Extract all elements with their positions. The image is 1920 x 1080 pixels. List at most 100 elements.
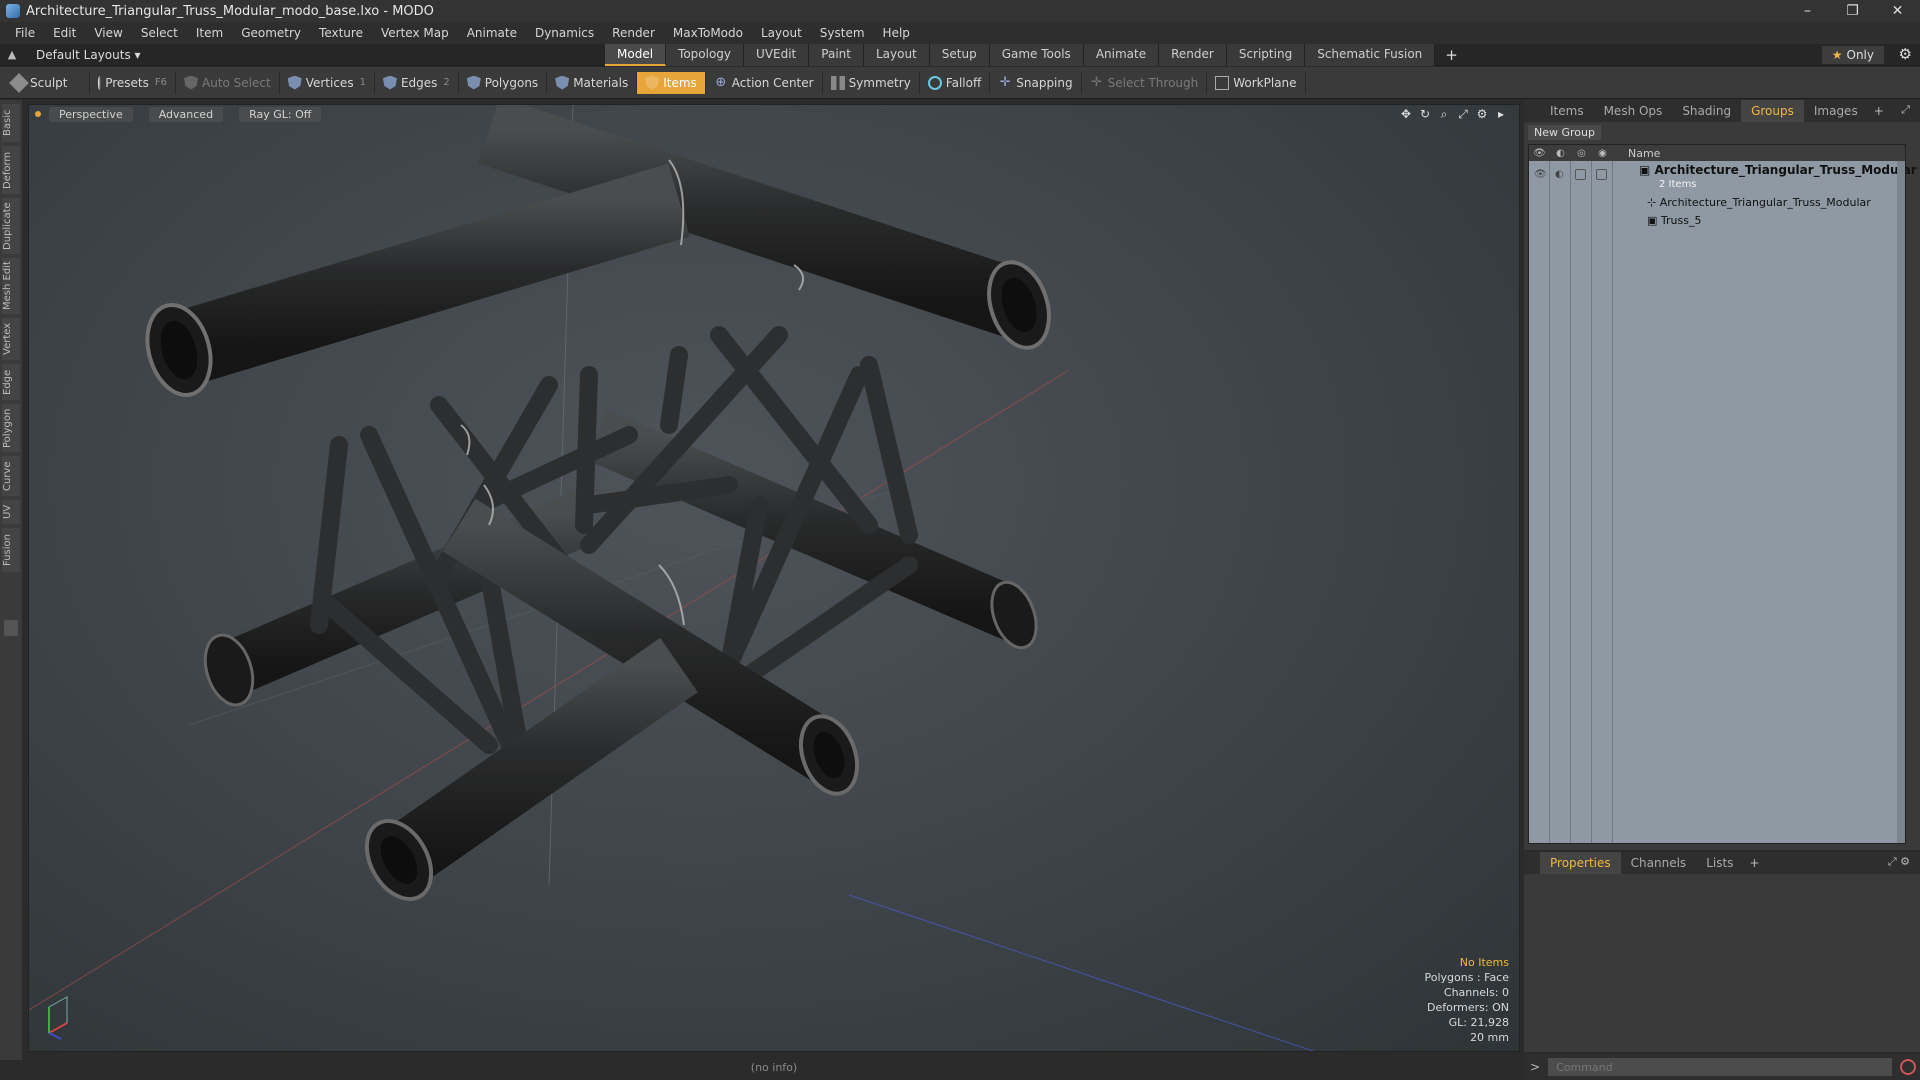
menu-maxtomodo[interactable]: MaxToModo [664,22,752,44]
vtab-duplicate[interactable]: Duplicate [2,198,20,254]
polygons-button[interactable]: Polygons [459,71,548,94]
viewport-menu-icon[interactable] [35,111,41,117]
menu-layout[interactable]: Layout [752,22,811,44]
command-input[interactable] [1548,1058,1893,1076]
only-button[interactable]: ★ Only [1821,46,1884,64]
tab-items[interactable]: Items [1540,100,1594,122]
collapse-icon[interactable]: ▲ [0,48,24,61]
vtab-polygon[interactable]: Polygon [2,404,20,452]
strip-toggle-icon[interactable] [4,620,18,636]
vtab-fusion[interactable]: Fusion [2,528,20,572]
vtab-curve[interactable]: Curve [2,456,20,496]
menu-view[interactable]: View [85,22,131,44]
tab-render[interactable]: Render [1159,44,1227,66]
gear-icon[interactable]: ⚙ [1899,45,1912,63]
edges-button[interactable]: Edges 2 [375,71,459,94]
tab-topology[interactable]: Topology [666,44,745,66]
lock-column-icon[interactable]: ◎ [1571,148,1592,159]
select-toggle[interactable] [1596,169,1607,180]
close-icon[interactable]: ✕ [1875,0,1920,22]
tab-lists[interactable]: Lists [1696,852,1743,874]
falloff-button[interactable]: Falloff [920,71,991,94]
tab-mesh-ops[interactable]: Mesh Ops [1594,100,1673,122]
vtab-vertex[interactable]: Vertex [2,318,20,360]
add-properties-tab-icon[interactable]: + [1743,856,1765,870]
rotate-icon[interactable]: ↻ [1417,107,1433,121]
groups-scrollbar[interactable] [1897,161,1905,843]
tab-game-tools[interactable]: Game Tools [989,44,1084,66]
menu-item[interactable]: Item [187,22,232,44]
auto-select-button[interactable]: Auto Select [176,71,280,94]
select-column-icon[interactable]: ◉ [1592,148,1613,159]
menu-texture[interactable]: Texture [310,22,372,44]
3d-viewport[interactable]: Perspective Advanced Ray GL: Off ✥ ↻ ⌕ ⤢… [28,104,1520,1052]
visibility-toggle-icon[interactable]: 👁 [1534,169,1547,180]
raygl-button[interactable]: Ray GL: Off [239,106,322,122]
tab-paint[interactable]: Paint [809,44,864,66]
materials-button[interactable]: Materials [547,71,638,94]
expand-arrow-icon[interactable]: ▸ [1493,107,1509,121]
workplane-button[interactable]: WorkPlane [1207,71,1306,94]
new-group-button[interactable]: New Group [1528,125,1601,140]
pan-icon[interactable]: ✥ [1398,107,1414,121]
tab-shading[interactable]: Shading [1672,100,1741,122]
menu-select[interactable]: Select [132,22,187,44]
menu-animate[interactable]: Animate [458,22,526,44]
tab-channels[interactable]: Channels [1621,852,1697,874]
tab-animate[interactable]: Animate [1083,44,1160,66]
zoom-icon[interactable]: ⌕ [1436,107,1452,121]
minimize-icon[interactable]: – [1785,0,1830,22]
menu-geometry[interactable]: Geometry [232,22,310,44]
list-item[interactable]: ▣ Truss_5 [1647,214,1701,227]
vertices-button[interactable]: Vertices 1 [280,71,375,94]
only-label: Only [1846,48,1875,62]
tab-scripting[interactable]: Scripting [1226,44,1306,66]
snapping-button[interactable]: ✛ Snapping [990,71,1082,94]
list-item[interactable]: ⊹ Architecture_Triangular_Truss_Modular [1647,196,1871,209]
command-history-icon[interactable] [1900,1059,1917,1075]
lock-toggle[interactable] [1575,169,1586,180]
menu-render[interactable]: Render [603,22,664,44]
tab-setup[interactable]: Setup [929,44,990,66]
menu-dynamics[interactable]: Dynamics [526,22,603,44]
tab-layout[interactable]: Layout [863,44,930,66]
tab-properties[interactable]: Properties [1540,852,1621,874]
items-button[interactable]: Items [637,71,706,94]
fit-icon[interactable]: ⤢ [1455,107,1471,121]
visibility-column-icon[interactable]: 👁 [1529,148,1550,159]
shading-mode-button[interactable]: Advanced [148,106,224,122]
properties-settings-icon[interactable]: ⤢ ⚙ [1888,855,1910,869]
vtab-deform[interactable]: Deform [2,146,20,194]
menu-vertex-map[interactable]: Vertex Map [372,22,458,44]
vtab-edge[interactable]: Edge [2,364,20,400]
vtab-uv[interactable]: UV [2,500,20,524]
symmetry-button[interactable]: Symmetry [823,71,920,94]
sculpt-button[interactable]: Sculpt [4,71,90,94]
presets-button[interactable]: Presets F6 [90,71,176,94]
add-panel-tab-icon[interactable]: + [1868,104,1890,118]
vtab-basic[interactable]: Basic [2,104,20,142]
action-center-button[interactable]: ⊕ Action Center [706,71,823,94]
expand-panel-icon[interactable]: ⤢ [1901,103,1910,117]
menu-help[interactable]: Help [874,22,919,44]
layout-selector[interactable]: Default Layouts ▾ [24,48,149,62]
snapping-icon: ✛ [999,74,1011,90]
add-tab-icon[interactable]: + [1435,44,1468,66]
menu-edit[interactable]: Edit [44,22,85,44]
group-row[interactable]: ▣ Architecture_Triangular_Truss_Modular … [1639,163,1920,177]
restore-icon[interactable]: ❐ [1830,0,1875,22]
select-through-button[interactable]: ✛ Select Through [1082,71,1208,94]
viewport-settings-icon[interactable]: ⚙ [1474,107,1490,121]
tab-images[interactable]: Images [1804,100,1868,122]
tab-model[interactable]: Model [605,44,667,66]
tab-groups[interactable]: Groups [1741,100,1804,122]
vtab-mesh-edit[interactable]: Mesh Edit [2,258,20,314]
render-toggle-icon[interactable]: ◐ [1555,169,1564,180]
tab-uvedit[interactable]: UVEdit [744,44,810,66]
name-column-header[interactable]: Name [1628,147,1660,160]
tab-schematic-fusion[interactable]: Schematic Fusion [1305,44,1436,66]
view-mode-button[interactable]: Perspective [49,106,133,122]
render-column-icon[interactable]: ◐ [1550,148,1571,159]
menu-file[interactable]: File [6,22,44,44]
menu-system[interactable]: System [811,22,874,44]
